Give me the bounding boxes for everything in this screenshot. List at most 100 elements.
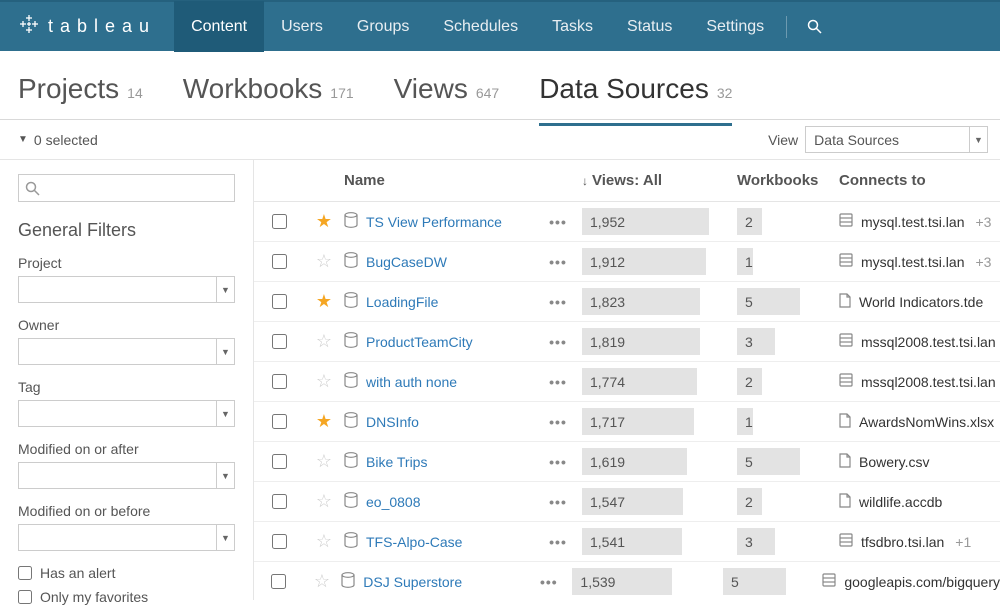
row-actions-menu[interactable]: ••• [549,374,567,390]
favorite-star-icon[interactable]: ☆ [316,451,332,472]
row-checkbox[interactable] [272,534,287,549]
favorite-star-icon[interactable]: ☆ [316,331,332,352]
global-search-button[interactable] [792,1,837,52]
tab-workbooks[interactable]: Workbooks171 [183,73,354,126]
favorite-star-icon[interactable]: ☆ [316,491,332,512]
datasource-link[interactable]: BugCaseDW [366,254,447,270]
logo[interactable]: tableau [0,13,174,40]
nav-content[interactable]: Content [174,1,264,52]
database-icon [839,373,853,390]
nav-settings[interactable]: Settings [689,1,781,52]
views-bar: 1,541 [582,528,682,555]
row-actions-menu[interactable]: ••• [549,294,567,310]
chevron-down-icon: ▼ [216,525,234,550]
tab-data-sources[interactable]: Data Sources32 [539,73,732,126]
favorite-star-icon[interactable]: ☆ [316,531,332,552]
nav-status[interactable]: Status [610,1,689,52]
row-checkbox[interactable] [272,334,287,349]
workbooks-bar: 2 [737,488,762,515]
tag-filter-select[interactable]: ▼ [18,400,235,427]
header-connects[interactable]: Connects to [839,172,926,189]
views-bar: 1,952 [582,208,709,235]
row-actions-menu[interactable]: ••• [549,254,567,270]
row-actions-menu[interactable]: ••• [540,574,558,590]
connection-name: AwardsNomWins.xlsx [859,414,994,430]
modified-after-select[interactable]: ▼ [18,462,235,489]
header-views[interactable]: Views: All [592,172,662,189]
views-bar: 1,717 [582,408,694,435]
datasource-link[interactable]: DNSInfo [366,414,419,430]
file-icon [839,293,851,311]
datasource-icon [344,212,358,231]
has-alert-checkbox[interactable] [18,566,32,580]
row-actions-menu[interactable]: ••• [549,334,567,350]
favorite-star-icon[interactable]: ★ [316,291,332,312]
tab-count: 32 [717,85,733,101]
favorite-star-icon[interactable]: ☆ [316,371,332,392]
only-favorites-checkbox[interactable] [18,590,32,604]
favorite-star-icon[interactable]: ☆ [314,571,330,592]
datasource-link[interactable]: Bike Trips [366,454,427,470]
modified-before-label: Modified on or before [18,503,235,519]
tableau-logo-icon [18,13,40,40]
database-icon [839,253,853,270]
row-actions-menu[interactable]: ••• [549,534,567,550]
row-checkbox[interactable] [272,454,287,469]
views-bar: 1,823 [582,288,700,315]
row-checkbox[interactable] [272,414,287,429]
table-row: ☆with auth none•••1,7742mssql2008.test.t… [254,362,1000,402]
connection-more[interactable]: +3 [975,254,991,270]
datasource-icon [344,452,358,471]
tab-views[interactable]: Views647 [394,73,500,126]
datasource-link[interactable]: LoadingFile [366,294,438,310]
header-name[interactable]: Name [344,172,385,189]
workbooks-bar: 5 [737,288,800,315]
nav-schedules[interactable]: Schedules [426,1,535,52]
row-actions-menu[interactable]: ••• [549,454,567,470]
connection-name: mssql2008.test.tsi.lan [861,374,996,390]
row-checkbox[interactable] [271,574,286,589]
selection-dropdown-icon[interactable]: ▼ [18,134,28,145]
row-checkbox[interactable] [272,374,287,389]
nav-groups[interactable]: Groups [340,1,426,52]
workbooks-bar: 2 [737,368,762,395]
favorite-star-icon[interactable]: ★ [316,411,332,432]
tab-projects[interactable]: Projects14 [18,73,143,126]
datasource-icon [344,252,358,271]
datasource-link[interactable]: TFS-Alpo-Case [366,534,462,550]
datasource-link[interactable]: TS View Performance [366,214,502,230]
connection-more[interactable]: +3 [975,214,991,230]
row-actions-menu[interactable]: ••• [549,214,567,230]
sidebar-search-input[interactable] [18,174,235,202]
datasource-icon [344,292,358,311]
header-workbooks[interactable]: Workbooks [737,172,818,189]
tab-count: 14 [127,85,143,101]
nav-tasks[interactable]: Tasks [535,1,610,52]
connection-name: mysql.test.tsi.lan [861,254,964,270]
datasource-link[interactable]: DSJ Superstore [363,574,462,590]
row-actions-menu[interactable]: ••• [549,494,567,510]
connection-name: googleapis.com/bigquery [844,574,1000,590]
project-filter-select[interactable]: ▼ [18,276,235,303]
owner-filter-select[interactable]: ▼ [18,338,235,365]
workbooks-bar: 3 [737,528,775,555]
nav-users[interactable]: Users [264,1,340,52]
row-actions-menu[interactable]: ••• [549,414,567,430]
table-row: ★LoadingFile•••1,8235World Indicators.td… [254,282,1000,322]
modified-before-select[interactable]: ▼ [18,524,235,551]
table-row: ☆BugCaseDW•••1,9121mysql.test.tsi.lan+3 [254,242,1000,282]
datasource-link[interactable]: with auth none [366,374,457,390]
connection-name: mysql.test.tsi.lan [861,214,964,230]
datasource-link[interactable]: ProductTeamCity [366,334,473,350]
row-checkbox[interactable] [272,294,287,309]
row-checkbox[interactable] [272,214,287,229]
brand-text: tableau [48,16,156,37]
favorite-star-icon[interactable]: ★ [316,211,332,232]
connection-more[interactable]: +1 [955,534,971,550]
datasource-link[interactable]: eo_0808 [366,494,421,510]
row-checkbox[interactable] [272,254,287,269]
view-select[interactable]: Data Sources ▼ [805,126,988,153]
row-checkbox[interactable] [272,494,287,509]
favorite-star-icon[interactable]: ☆ [316,251,332,272]
views-bar: 1,912 [582,248,706,275]
